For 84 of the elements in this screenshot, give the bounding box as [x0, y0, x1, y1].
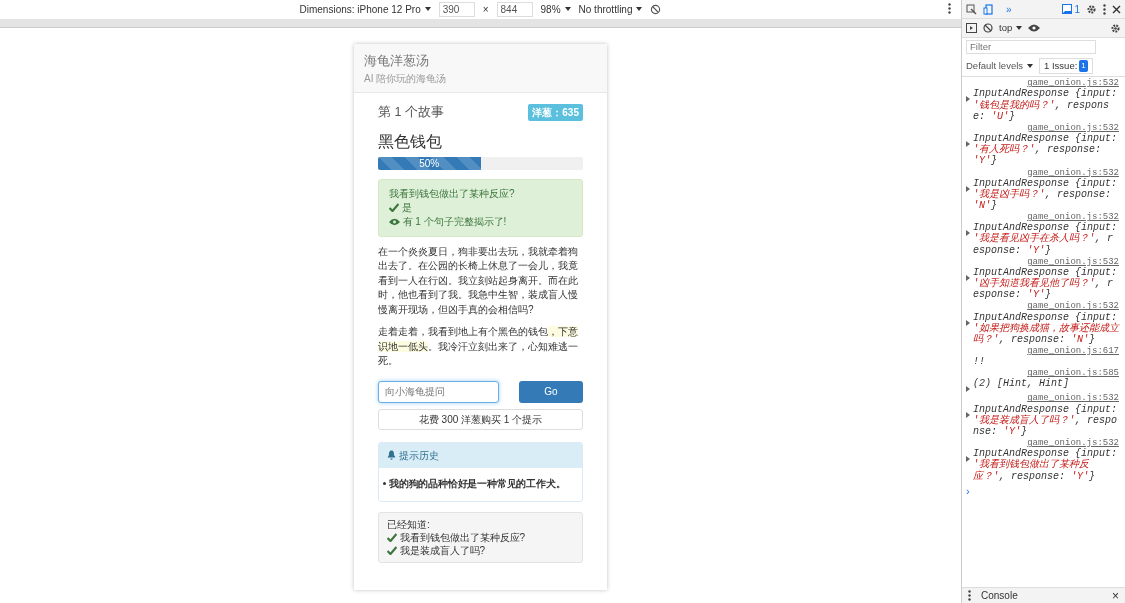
- feedback-answer: 是: [401, 200, 412, 215]
- source-link[interactable]: game_onion.js:532: [966, 122, 1119, 133]
- sidebar-toggle-icon[interactable]: [966, 23, 977, 33]
- caret-icon: [1016, 25, 1023, 31]
- source-link[interactable]: game_onion.js:532: [966, 78, 1119, 89]
- feedback-question: 我看到钱包做出了某种反应?: [389, 186, 516, 201]
- device-toggle-icon[interactable]: [983, 3, 994, 15]
- caret-icon: [1027, 63, 1034, 69]
- check-icon: [389, 203, 399, 212]
- chat-icon: [1061, 4, 1072, 14]
- console-tab[interactable]: Console: [981, 588, 1018, 603]
- hint-item: 我的狗的品种恰好是一种常见的工作犬。: [389, 476, 566, 491]
- console-message: InputAndResponse {input: '我看到钱包做出了某种反应？', response: 'Y'}: [973, 448, 1119, 482]
- times-sign: ×: [482, 3, 489, 17]
- drawer-close-button[interactable]: ×: [1112, 586, 1119, 603]
- eye-icon: [389, 217, 400, 226]
- source-link[interactable]: game_onion.js:532: [966, 167, 1119, 178]
- known-fact: 我看到钱包做出了某种反应?: [399, 530, 526, 544]
- progress-fill: 50%: [378, 156, 481, 170]
- console-message: InputAndResponse {input: '钱包是我的吗？', response: 'U'}: [973, 88, 1118, 122]
- height-field[interactable]: 844: [496, 2, 533, 17]
- expand-arrow-icon[interactable]: [966, 140, 970, 147]
- issues-button[interactable]: 1 Issue: 1: [1039, 58, 1093, 75]
- more-options-icon[interactable]: [968, 590, 971, 601]
- console-prompt[interactable]: ›: [962, 482, 1125, 500]
- console-message: InputAndResponse {input: '我是装成盲人了吗？', response: 'Y'}: [973, 403, 1119, 438]
- expand-arrow-icon[interactable]: [966, 411, 970, 418]
- settings-icon[interactable]: [1086, 3, 1097, 15]
- story-paragraph: 走着走着，我看到地上有个黑色的钱包，下意识地一低头。我冷汗立刻出来了，心知难逃一死。: [378, 325, 579, 368]
- reveal-note: 有 1 个句子完整揭示了!: [402, 214, 507, 229]
- onion-count: 洋葱：635: [528, 103, 583, 121]
- expand-arrow-icon[interactable]: [966, 456, 970, 463]
- question-field[interactable]: 向小海龟提问: [378, 380, 499, 403]
- bullet-icon: [383, 481, 386, 485]
- known-facts-title: 已经知道:: [387, 517, 431, 531]
- expand-arrow-icon[interactable]: [966, 230, 970, 237]
- expand-arrow-icon[interactable]: [966, 386, 970, 393]
- console-message: !!: [973, 356, 985, 368]
- buy-hint-button[interactable]: 花费 300 洋葱购买 1 个提示: [378, 408, 583, 430]
- source-link[interactable]: game_onion.js:585: [966, 368, 1119, 379]
- issues-counter[interactable]: 1: [1061, 1, 1080, 17]
- more-options-icon[interactable]: [948, 3, 951, 14]
- source-link[interactable]: game_onion.js:532: [966, 438, 1119, 449]
- story-paragraph: 在一个炎炎夏日，狗非要出去玩，我就牵着狗出去了。在公园的长椅上休息了一会儿，我竟看到一人在行凶。我立刻站起身离开。而在此时，他也看到了我。我急中生智，装成盲人慢慢离开现场，但凶手真的会相信吗?: [378, 244, 579, 317]
- expand-arrow-icon[interactable]: [966, 274, 970, 281]
- known-fact: 我是装成盲人了吗?: [399, 543, 486, 557]
- more-options-icon[interactable]: [1103, 3, 1106, 15]
- console-message: InputAndResponse {input: '我是凶手吗？', response: 'N'}: [973, 177, 1119, 212]
- inspect-icon[interactable]: [966, 3, 977, 15]
- hint-history-title: 提示历史: [398, 448, 439, 463]
- log-levels-dropdown[interactable]: Default levels: [966, 59, 1024, 74]
- caret-icon: [564, 7, 571, 12]
- console-message: InputAndResponse {input: '凶手知道我看见他了吗？', response: 'Y'}: [973, 266, 1119, 301]
- app-title: 海龟洋葱汤: [364, 53, 430, 70]
- throttling-dropdown[interactable]: No throttling: [578, 2, 633, 17]
- console-message: InputAndResponse {input: '我是看见凶手在杀人吗？', response: 'Y'}: [973, 222, 1118, 256]
- go-button[interactable]: Go: [519, 380, 583, 403]
- story-title: 黑色钱包: [378, 131, 443, 152]
- eye-icon[interactable]: [1028, 24, 1041, 32]
- story-number: 第 1 个故事: [378, 103, 444, 121]
- source-link[interactable]: game_onion.js:532: [966, 212, 1119, 223]
- expand-arrow-icon[interactable]: [966, 96, 970, 103]
- caret-icon: [636, 7, 643, 12]
- source-link[interactable]: game_onion.js:532: [966, 393, 1119, 404]
- more-tabs-button[interactable]: »: [1006, 1, 1012, 17]
- console-message: (2) [Hint, Hint]: [973, 378, 1069, 390]
- app-subtitle: AI 陪你玩的海龟汤: [364, 71, 448, 86]
- context-dropdown[interactable]: top: [999, 20, 1013, 36]
- source-link[interactable]: game_onion.js:532: [966, 256, 1119, 267]
- console-message: InputAndResponse {input: '如果把狗换成猫，故事还能成立吗？', response: 'N'}: [973, 311, 1119, 346]
- source-link[interactable]: game_onion.js:532: [966, 301, 1119, 312]
- clear-console-icon[interactable]: [983, 23, 993, 33]
- source-link[interactable]: game_onion.js:617: [966, 346, 1119, 357]
- expand-arrow-icon[interactable]: [966, 185, 970, 192]
- width-field[interactable]: 390: [438, 2, 475, 17]
- close-icon[interactable]: [1112, 4, 1121, 14]
- settings-icon[interactable]: [1110, 22, 1121, 34]
- zoom-dropdown[interactable]: 98%: [540, 2, 561, 17]
- caret-icon: [424, 7, 431, 12]
- bell-icon: [387, 450, 396, 460]
- filter-field[interactable]: Filter: [966, 40, 1096, 54]
- device-dropdown[interactable]: Dimensions: iPhone 12 Pro: [299, 2, 421, 17]
- console-message: InputAndResponse {input: '有人死吗？', response: 'Y'}: [973, 132, 1119, 167]
- expand-arrow-icon[interactable]: [966, 319, 970, 326]
